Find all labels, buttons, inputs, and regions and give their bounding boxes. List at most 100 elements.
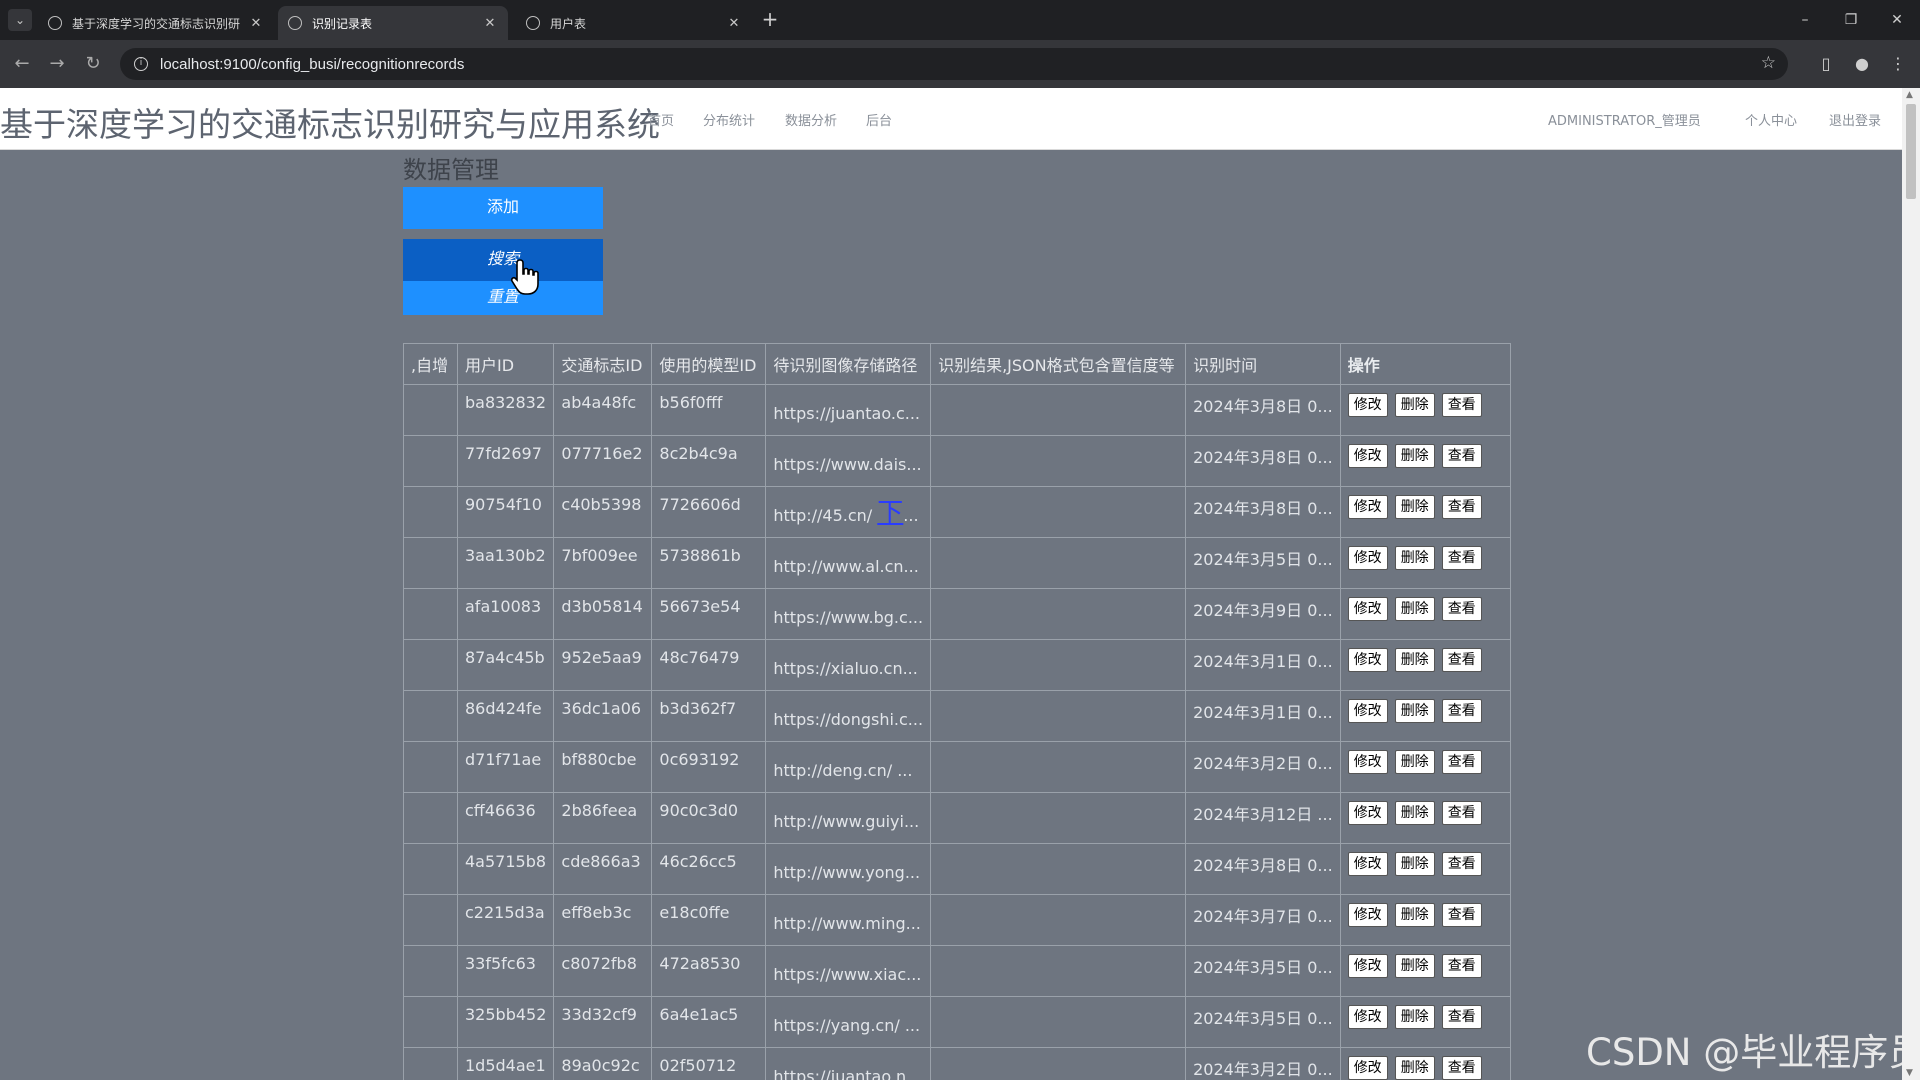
column-header[interactable]: 识别时间 [1185, 343, 1341, 385]
edit-button[interactable]: 修改 [1347, 1005, 1388, 1029]
cell-model-id: 6a4e1ac5 [651, 996, 767, 1048]
browser-tab-recognition-records[interactable]: 识别记录表 ✕ [278, 6, 508, 40]
profile-icon[interactable]: ● [1850, 52, 1874, 76]
cell-sign-id: 7bf009ee [553, 537, 653, 589]
view-button[interactable]: 查看 [1441, 648, 1482, 672]
view-button[interactable]: 查看 [1441, 444, 1482, 468]
side-panel-icon[interactable]: ▯ [1814, 52, 1838, 76]
path-link[interactable]: 下 [877, 498, 903, 528]
cell-image-path-text: http://www.yong... [773, 862, 921, 882]
edit-button[interactable]: 修改 [1347, 648, 1388, 672]
forward-icon[interactable]: → [45, 52, 69, 76]
close-icon[interactable]: ✕ [726, 16, 742, 31]
edit-button[interactable]: 修改 [1347, 903, 1388, 927]
view-button[interactable]: 查看 [1441, 699, 1482, 723]
view-button[interactable]: 查看 [1441, 903, 1482, 927]
view-button[interactable]: 查看 [1441, 393, 1482, 417]
scrollbar-thumb[interactable] [1906, 104, 1916, 199]
view-button[interactable]: 查看 [1441, 852, 1482, 876]
address-bar[interactable]: i localhost:9100/config_busi/recognition… [120, 48, 1788, 80]
delete-button[interactable]: 删除 [1394, 1005, 1435, 1029]
add-button[interactable]: 添加 [403, 187, 603, 229]
delete-button[interactable]: 删除 [1394, 954, 1435, 978]
edit-button[interactable]: 修改 [1347, 750, 1388, 774]
cell-image-path: https://www.bg.c... [765, 588, 932, 640]
nav-logout[interactable]: 退出登录 [1829, 110, 1881, 129]
delete-button[interactable]: 删除 [1394, 597, 1435, 621]
cell-time-text: 2024年3月1日 0... [1193, 652, 1333, 671]
edit-button[interactable]: 修改 [1347, 393, 1388, 417]
close-icon[interactable]: ✕ [482, 16, 498, 31]
cell-sign-id: c40b5398 [553, 486, 653, 538]
view-button[interactable]: 查看 [1441, 495, 1482, 519]
scroll-down-icon[interactable]: ▼ [1906, 1068, 1913, 1078]
delete-button[interactable]: 删除 [1394, 444, 1435, 468]
minimize-icon[interactable]: – [1790, 8, 1820, 32]
view-button[interactable]: 查看 [1441, 801, 1482, 825]
cell-time-text: 2024年3月2日 0... [1193, 1060, 1333, 1079]
delete-button[interactable]: 删除 [1394, 903, 1435, 927]
nav-data-analysis[interactable]: 数据分析 [785, 110, 837, 129]
nav-home[interactable]: 首页 [648, 110, 674, 129]
delete-button[interactable]: 删除 [1394, 495, 1435, 519]
view-button[interactable]: 查看 [1441, 597, 1482, 621]
site-info-icon[interactable]: i [134, 57, 148, 71]
column-header[interactable]: 识别结果,JSON格式包含置信度等 [930, 343, 1187, 385]
edit-button[interactable]: 修改 [1347, 597, 1388, 621]
delete-button[interactable]: 删除 [1394, 648, 1435, 672]
view-button[interactable]: 查看 [1441, 1056, 1482, 1080]
view-button[interactable]: 查看 [1441, 546, 1482, 570]
cell-user-id-text: 4a5715b8 [465, 852, 547, 871]
edit-button[interactable]: 修改 [1347, 495, 1388, 519]
edit-button[interactable]: 修改 [1347, 699, 1388, 723]
edit-button[interactable]: 修改 [1347, 546, 1388, 570]
edit-button[interactable]: 修改 [1347, 852, 1388, 876]
cell-image-path: https://juantao.c... [765, 384, 932, 436]
browser-tab-users[interactable]: 用户表 ✕ [516, 6, 752, 40]
new-tab-button[interactable]: + [758, 8, 782, 32]
cell-sign-id-text: cde866a3 [561, 852, 641, 871]
close-icon[interactable]: ✕ [248, 16, 264, 31]
globe-icon [526, 16, 540, 30]
column-header[interactable]: 待识别图像存储路径 [765, 343, 932, 385]
delete-button[interactable]: 删除 [1394, 546, 1435, 570]
cell-user-id: afa10083 [456, 588, 555, 640]
restore-icon[interactable]: ❐ [1836, 8, 1866, 32]
user-name[interactable]: ADMINISTRATOR_管理员 [1548, 110, 1701, 129]
edit-button[interactable]: 修改 [1347, 801, 1388, 825]
search-button[interactable]: 搜索 [403, 239, 603, 281]
column-header[interactable]: 交通标志ID [553, 343, 653, 385]
scroll-up-icon[interactable]: ▲ [1906, 90, 1913, 100]
edit-button[interactable]: 修改 [1347, 954, 1388, 978]
nav-distribution-stats[interactable]: 分布统计 [703, 110, 755, 129]
tab-search-button[interactable]: ⌄ [8, 9, 32, 31]
cell-model-id: b3d362f7 [651, 690, 767, 742]
menu-kebab-icon[interactable]: ⋮ [1886, 52, 1910, 76]
reset-button[interactable]: 重置 [403, 281, 603, 315]
column-header[interactable]: 用户ID [456, 343, 555, 385]
page-scrollbar[interactable]: ▲ ▼ [1902, 88, 1920, 1080]
browser-tab-home[interactable]: 基于深度学习的交通标志识别研 ✕ [38, 6, 274, 40]
edit-button[interactable]: 修改 [1347, 1056, 1388, 1080]
delete-button[interactable]: 删除 [1394, 393, 1435, 417]
cell-id [403, 1047, 458, 1080]
cell-actions: 修改 删除 查看 [1339, 996, 1511, 1048]
delete-button[interactable]: 删除 [1394, 801, 1435, 825]
back-icon[interactable]: ← [10, 52, 34, 76]
reload-icon[interactable]: ↻ [81, 52, 105, 76]
view-button[interactable]: 查看 [1441, 750, 1482, 774]
site-title: 基于深度学习的交通标志识别研究与应用系统 [0, 105, 660, 144]
delete-button[interactable]: 删除 [1394, 750, 1435, 774]
close-window-icon[interactable]: ✕ [1882, 8, 1912, 32]
view-button[interactable]: 查看 [1441, 1005, 1482, 1029]
column-header[interactable]: ,自增 [403, 343, 458, 385]
nav-profile[interactable]: 个人中心 [1745, 110, 1797, 129]
delete-button[interactable]: 删除 [1394, 699, 1435, 723]
column-header[interactable]: 使用的模型ID [651, 343, 767, 385]
view-button[interactable]: 查看 [1441, 954, 1482, 978]
delete-button[interactable]: 删除 [1394, 852, 1435, 876]
edit-button[interactable]: 修改 [1347, 444, 1388, 468]
bookmark-star-icon[interactable]: ☆ [1761, 53, 1776, 73]
delete-button[interactable]: 删除 [1394, 1056, 1435, 1080]
nav-backend[interactable]: 后台 [866, 110, 892, 129]
